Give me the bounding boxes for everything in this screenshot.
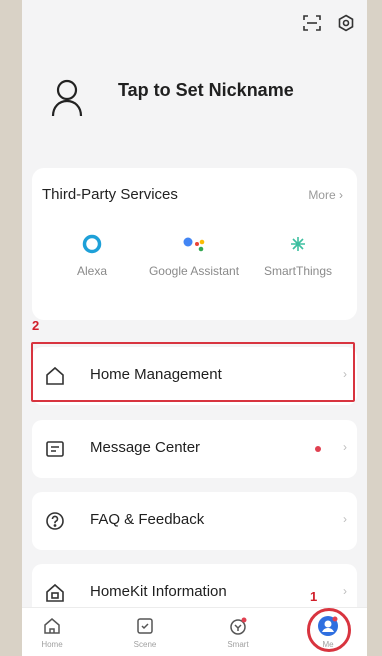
annotation-highlight-box — [31, 342, 355, 402]
profile-header[interactable]: Tap to Set Nickname — [22, 60, 367, 130]
smart-tab-icon — [226, 614, 250, 638]
scene-tab-icon — [133, 614, 157, 638]
home-tab-icon — [40, 614, 64, 638]
annotation-marker-1: 1 — [310, 589, 318, 604]
tab-label: Home — [41, 640, 63, 649]
menu-item-message-center[interactable]: Message Center › — [32, 420, 357, 478]
service-label: Alexa — [76, 264, 108, 278]
tab-label: Smart — [227, 640, 249, 649]
tab-smart[interactable]: Smart — [208, 614, 268, 649]
third-party-services-card: Third-Party Services More › Alexa Google… — [32, 168, 357, 320]
top-bar — [301, 12, 357, 34]
more-link[interactable]: More › — [308, 188, 343, 202]
notification-dot — [315, 446, 321, 452]
help-icon — [44, 510, 66, 532]
annotation-highlight-circle — [307, 608, 351, 652]
tab-home[interactable]: Home — [22, 614, 82, 649]
avatar-icon[interactable] — [50, 78, 84, 118]
menu-item-label: FAQ & Feedback — [90, 511, 205, 528]
alexa-icon — [42, 230, 142, 258]
phone-screen: Tap to Set Nickname Third-Party Services… — [22, 0, 367, 656]
chevron-right-icon: › — [343, 512, 347, 526]
menu-item-label: HomeKit Information — [90, 583, 227, 600]
third-party-title: Third-Party Services — [42, 186, 178, 203]
chevron-right-icon: › — [343, 584, 347, 598]
message-icon — [44, 438, 66, 460]
chevron-right-icon: › — [343, 440, 347, 454]
smartthings-icon — [248, 230, 348, 258]
settings-icon[interactable] — [335, 12, 357, 34]
tab-scene[interactable]: Scene — [115, 614, 175, 649]
menu-item-label: Message Center — [90, 439, 201, 456]
annotation-marker-2: 2 — [32, 318, 40, 333]
service-label: SmartThings — [263, 264, 333, 278]
service-alexa[interactable]: Alexa — [42, 230, 142, 279]
menu-item-faq-feedback[interactable]: FAQ & Feedback › — [32, 492, 357, 550]
homekit-icon — [44, 582, 66, 604]
service-google-assistant[interactable]: Google Assistant — [144, 230, 244, 279]
scan-icon[interactable] — [301, 12, 323, 34]
service-smartthings[interactable]: SmartThings — [248, 230, 348, 279]
service-label: Google Assistant — [148, 264, 240, 278]
google-assistant-icon — [144, 230, 244, 258]
nickname-label[interactable]: Tap to Set Nickname — [118, 80, 294, 101]
tab-label: Scene — [133, 640, 157, 649]
